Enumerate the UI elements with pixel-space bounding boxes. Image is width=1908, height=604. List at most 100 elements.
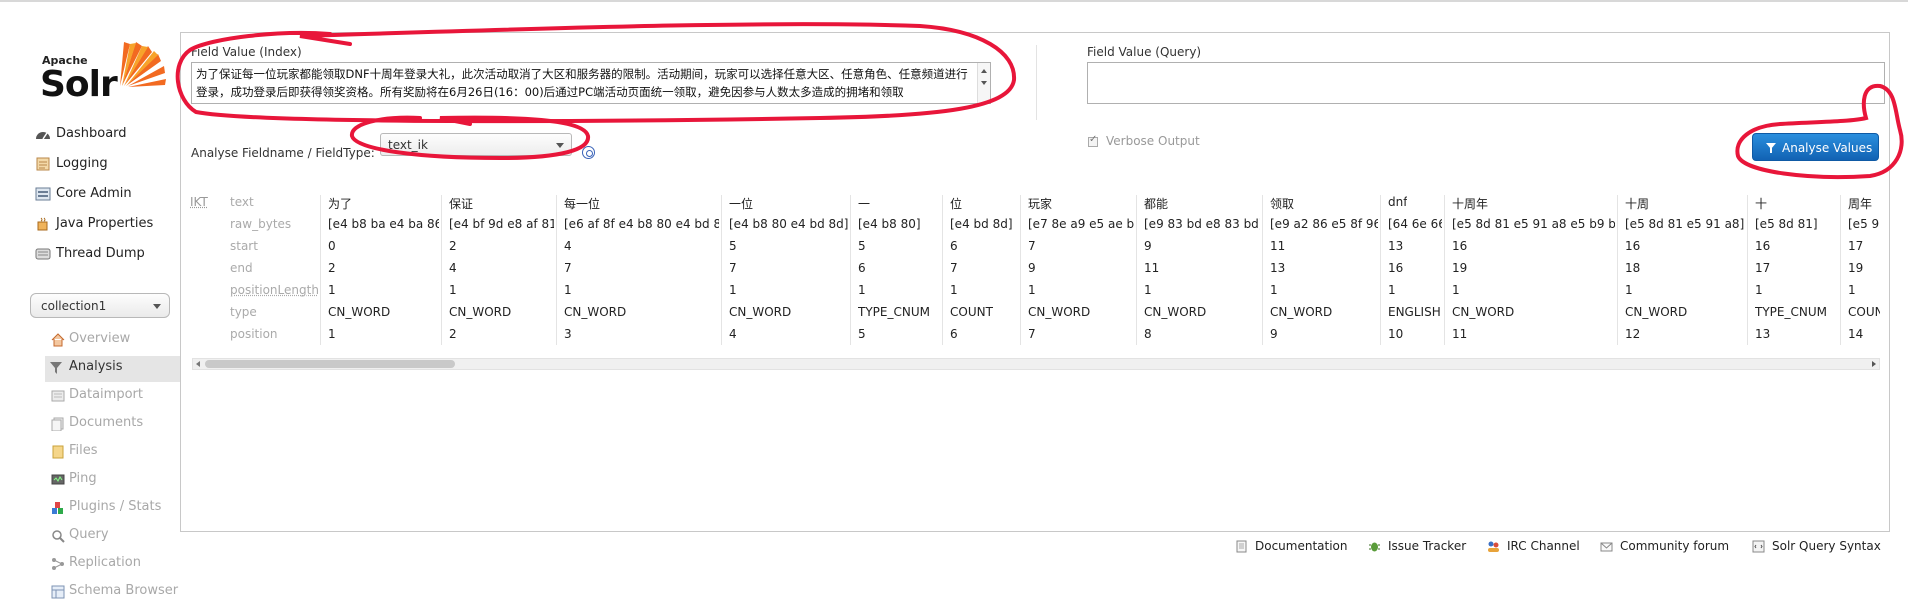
home-icon	[51, 333, 65, 347]
token-cell-end: 18	[1625, 261, 1640, 275]
token-cell-position: 14	[1848, 327, 1863, 341]
token-cell-positionlength: 1	[1848, 283, 1856, 297]
irc-icon	[1487, 540, 1500, 553]
java-icon	[35, 217, 51, 231]
plugins-icon	[51, 501, 65, 515]
core-nav-files-label: Files	[69, 443, 98, 458]
token-cell-position: 13	[1755, 327, 1770, 341]
token-cell-position: 5	[858, 327, 866, 341]
mail-icon	[1600, 540, 1613, 553]
attribute-label-text: text	[230, 195, 254, 209]
field-value-query-textarea[interactable]	[1087, 62, 1885, 104]
footer-issue-tracker-label: Issue Tracker	[1388, 539, 1466, 553]
token-cell-raw_bytes: [e9 a2 86 e5 8f 96]	[1270, 217, 1378, 231]
token-cell-raw_bytes: [e5 91	[1848, 217, 1880, 231]
token-cell-text: 为了	[328, 195, 352, 212]
token-cell-position: 2	[449, 327, 457, 341]
token-column-divider	[441, 195, 442, 345]
core-nav-files[interactable]: Files	[47, 440, 182, 464]
field-value-index-label: Field Value (Index)	[191, 45, 302, 59]
nav-core-admin[interactable]: Core Admin	[33, 184, 183, 206]
token-cell-raw_bytes: [e9 83 bd e8 83 bd]	[1144, 217, 1260, 231]
token-cell-end: 16	[1388, 261, 1403, 275]
syntax-icon	[1752, 540, 1765, 553]
collection-select[interactable]: collection1	[30, 293, 170, 318]
core-nav-query[interactable]: Query	[47, 524, 182, 548]
token-cell-raw_bytes: [e5 8d 81 e5 91 a8]	[1625, 217, 1744, 231]
token-cell-raw_bytes: [e6 af 8f e4 b8 80 e4 bd 8d]	[564, 217, 719, 231]
logging-icon	[35, 157, 51, 171]
token-cell-text: 十周年	[1452, 195, 1488, 212]
solr-logo[interactable]: Apache Solr	[38, 38, 173, 108]
core-nav-analysis-label: Analysis	[69, 359, 123, 374]
core-nav-overview-label: Overview	[69, 331, 130, 346]
column-divider	[1036, 45, 1037, 120]
scrollbar-thumb[interactable]	[205, 360, 455, 368]
token-cell-end: 17	[1755, 261, 1770, 275]
fieldtype-label: Analyse Fieldname / FieldType:	[191, 146, 375, 160]
nav-java-properties[interactable]: Java Properties	[33, 214, 183, 236]
token-column-divider	[1617, 195, 1618, 345]
core-nav-schema-browser[interactable]: Schema Browser	[47, 580, 182, 604]
dataimport-icon	[51, 389, 65, 403]
token-cell-start: 2	[449, 239, 457, 253]
token-cell-type: CN_WORD	[1625, 305, 1687, 319]
token-cell-positionlength: 1	[564, 283, 572, 297]
ping-icon	[51, 473, 65, 487]
sun-rays-icon	[106, 38, 170, 90]
core-nav-analysis[interactable]: Analysis	[45, 356, 180, 382]
token-cell-positionlength: 1	[950, 283, 958, 297]
token-cell-type: CN_WORD	[1270, 305, 1332, 319]
token-cell-raw_bytes: [64 6e 66]	[1388, 217, 1442, 231]
textarea-scrollbar[interactable]	[977, 63, 990, 103]
token-column-divider	[1840, 195, 1841, 345]
footer-irc-channel-label: IRC Channel	[1507, 539, 1580, 553]
token-column-divider	[320, 195, 321, 345]
dashboard-icon	[35, 127, 51, 141]
token-cell-start: 17	[1848, 239, 1863, 253]
core-nav-documents[interactable]: Documents	[47, 412, 182, 436]
scroll-down-icon	[981, 81, 987, 85]
funnel-icon	[1766, 143, 1776, 149]
token-cell-type: CN_WORD	[449, 305, 511, 319]
core-nav-documents-label: Documents	[69, 415, 143, 430]
core-nav-overview[interactable]: Overview	[47, 328, 182, 352]
core-nav-plugins-stats[interactable]: Plugins / Stats	[47, 496, 182, 520]
scroll-left-icon	[196, 361, 200, 367]
token-cell-positionlength: 1	[858, 283, 866, 297]
core-nav-dataimport[interactable]: Dataimport	[47, 384, 182, 408]
table-horizontal-scrollbar[interactable]	[192, 358, 1880, 370]
core-nav-ping-label: Ping	[69, 471, 97, 486]
document-icon	[1235, 540, 1248, 553]
nav-thread-dump[interactable]: Thread Dump	[33, 244, 183, 266]
funnel-icon	[49, 361, 63, 375]
attribute-label-end: end	[230, 261, 253, 275]
token-column-divider	[850, 195, 851, 345]
token-cell-start: 9	[1144, 239, 1152, 253]
token-cell-text: 十	[1755, 195, 1767, 212]
core-nav-replication[interactable]: Replication	[47, 552, 182, 576]
field-value-index-textarea[interactable]: 为了保证每一位玩家都能领取DNF十周年登录大礼，此次活动取消了大区和服务器的限制…	[191, 62, 991, 104]
nav-core-admin-label: Core Admin	[56, 186, 132, 201]
analyse-values-button[interactable]: Analyse Values	[1752, 133, 1879, 161]
attribute-label-positionlength[interactable]: positionLength	[230, 283, 319, 297]
nav-dashboard[interactable]: Dashboard	[33, 124, 183, 146]
fieldtype-select-value: text_ik	[388, 138, 428, 152]
token-cell-type: CN_WORD	[1028, 305, 1090, 319]
token-cell-position: 1	[328, 327, 336, 341]
attribute-label-start: start	[230, 239, 258, 253]
token-cell-raw_bytes: [e7 8e a9 e5 ae b6]	[1028, 217, 1134, 231]
scroll-up-icon	[981, 69, 987, 73]
footer-documentation-label: Documentation	[1255, 539, 1348, 553]
token-cell-position: 3	[564, 327, 572, 341]
chevron-down-icon	[153, 304, 161, 309]
nav-logging[interactable]: Logging	[33, 154, 183, 176]
tokenizer-name[interactable]: IKT	[190, 195, 208, 209]
help-icon[interactable]	[582, 146, 595, 159]
token-cell-type: COUN	[1848, 305, 1880, 319]
token-cell-type: CN_WORD	[564, 305, 626, 319]
search-icon	[51, 529, 65, 543]
fieldtype-select[interactable]: text_ik	[380, 133, 572, 156]
token-column-divider	[1262, 195, 1263, 345]
core-nav-ping[interactable]: Ping	[47, 468, 182, 492]
